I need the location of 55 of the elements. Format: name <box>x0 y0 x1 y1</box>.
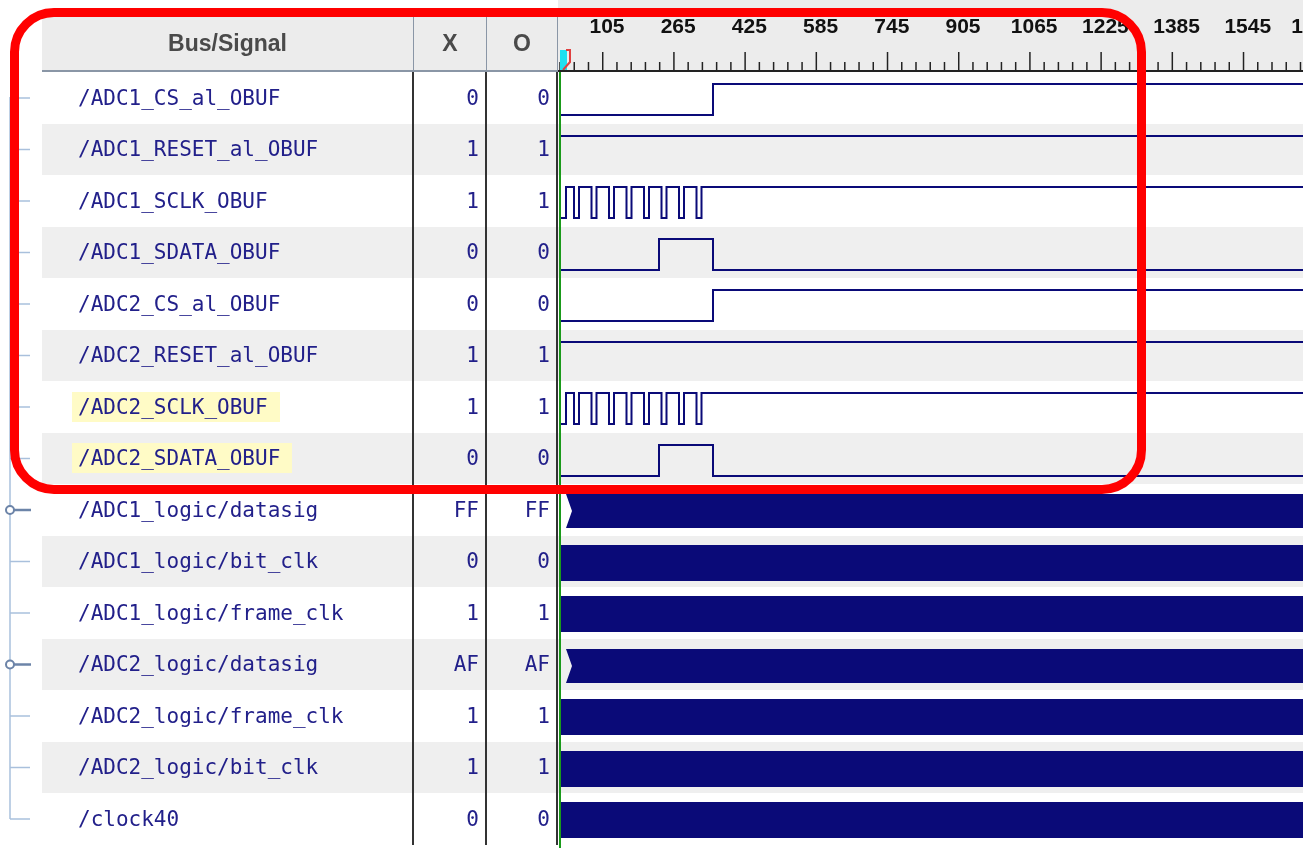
signal-value: FF <box>453 497 479 522</box>
signal-name[interactable]: /ADC2_SCLK_OBUF <box>72 391 280 422</box>
signal-value: 0 <box>537 291 550 316</box>
signal-name[interactable]: /ADC2_SDATA_OBUF <box>72 443 293 474</box>
signal-value: 1 <box>537 343 550 368</box>
signal-value: 0 <box>466 85 479 110</box>
signal-name[interactable]: /ADC2_CS_al_OBUF <box>72 288 293 319</box>
signal-value: 1 <box>466 755 479 780</box>
signal-value: 0 <box>537 85 550 110</box>
ruler-label: 1 <box>1291 14 1303 38</box>
signal-name[interactable]: /ADC1_logic/frame_clk <box>72 597 356 628</box>
column-header[interactable]: Bus/Signal <box>42 17 414 72</box>
signal-value: 1 <box>466 703 479 728</box>
expand-bus-icon[interactable] <box>5 505 31 515</box>
signal-value: 0 <box>466 446 479 471</box>
signal-value: 1 <box>537 755 550 780</box>
signal-value: 0 <box>537 240 550 265</box>
signal-value: 0 <box>466 240 479 265</box>
signal-name[interactable]: /ADC2_logic/frame_clk <box>72 700 356 731</box>
signal-value: 1 <box>466 137 479 162</box>
signal-value: 0 <box>537 806 550 831</box>
signal-value: AF <box>524 652 550 677</box>
signal-value: 1 <box>537 703 550 728</box>
signal-value: 1 <box>466 600 479 625</box>
expand-bus-icon[interactable] <box>5 659 31 670</box>
column-header[interactable]: X <box>414 17 487 72</box>
signal-value: 1 <box>537 188 550 213</box>
column-header[interactable]: O <box>487 17 558 72</box>
signal-value: 0 <box>466 549 479 574</box>
signal-name[interactable]: /ADC1_CS_al_OBUF <box>72 82 293 113</box>
signal-value: 1 <box>537 394 550 419</box>
signal-name[interactable]: /clock40 <box>72 803 192 834</box>
signal-value: 1 <box>537 600 550 625</box>
signal-value: 1 <box>466 343 479 368</box>
signal-value: 0 <box>466 291 479 316</box>
signal-name[interactable]: /ADC1_logic/datasig <box>72 494 331 525</box>
signal-value: 0 <box>537 549 550 574</box>
ruler-label: 265 <box>660 14 696 38</box>
ruler-label: 1065 <box>1010 14 1058 38</box>
ruler-label: 905 <box>945 14 981 38</box>
ruler-label: 745 <box>874 14 910 38</box>
signal-value: FF <box>524 497 550 522</box>
signal-value: 1 <box>466 188 479 213</box>
ruler-label: 1545 <box>1224 14 1272 38</box>
signal-value: AF <box>453 652 479 677</box>
signal-value: 0 <box>537 446 550 471</box>
cursor-marker-icon <box>560 48 574 70</box>
ruler-label: 1385 <box>1153 14 1200 38</box>
signal-value: 0 <box>466 806 479 831</box>
signal-value: 1 <box>537 137 550 162</box>
signal-value: 1 <box>466 394 479 419</box>
ruler-label: 425 <box>731 14 767 38</box>
ruler-label: 585 <box>803 14 839 38</box>
signal-name[interactable]: /ADC1_SCLK_OBUF <box>72 185 280 216</box>
ruler-label: 105 <box>589 14 625 38</box>
